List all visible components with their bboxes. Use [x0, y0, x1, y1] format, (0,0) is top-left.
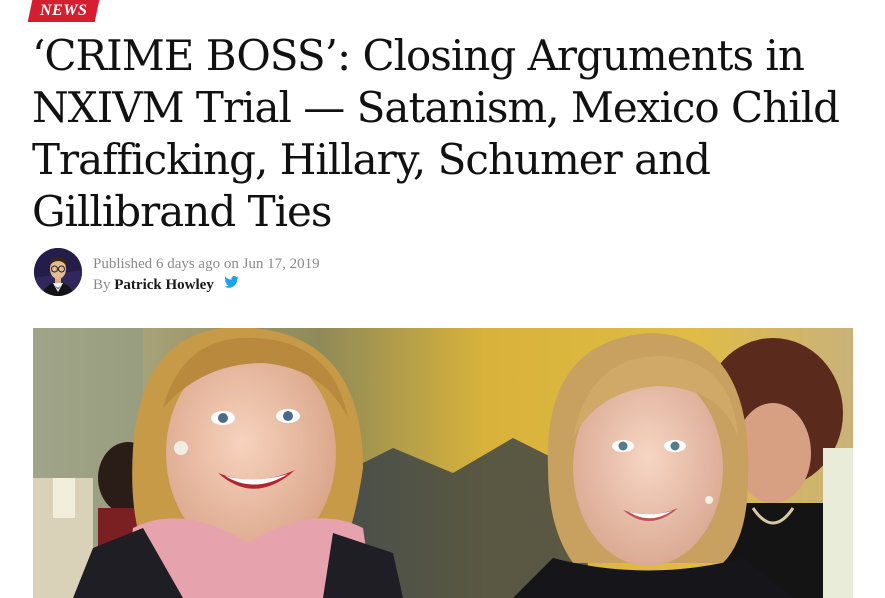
publish-line: Published 6 days ago on Jun 17, 2019	[93, 254, 320, 275]
category-tag-label: NEWS	[40, 2, 88, 19]
article-byline: Published 6 days ago on Jun 17, 2019 By …	[93, 254, 320, 296]
by-word: By	[93, 277, 111, 293]
on-word: on	[223, 256, 239, 272]
author-line: By Patrick Howley	[93, 275, 320, 296]
category-tag[interactable]: NEWS	[27, 0, 100, 22]
published-prefix: Published	[93, 256, 153, 272]
author-name-link[interactable]: Patrick Howley	[114, 277, 214, 293]
author-portrait-image	[34, 248, 82, 296]
author-avatar[interactable]	[34, 248, 82, 296]
relative-date: 6 days ago	[155, 256, 221, 272]
publish-date: Jun 17, 2019	[242, 256, 320, 272]
hero-photo-illustration	[33, 328, 853, 598]
article-headline: ‘CRIME BOSS’: Closing Arguments in NXIVM…	[32, 31, 840, 236]
hero-photo[interactable]	[33, 328, 853, 598]
twitter-bird-icon[interactable]	[223, 274, 239, 295]
